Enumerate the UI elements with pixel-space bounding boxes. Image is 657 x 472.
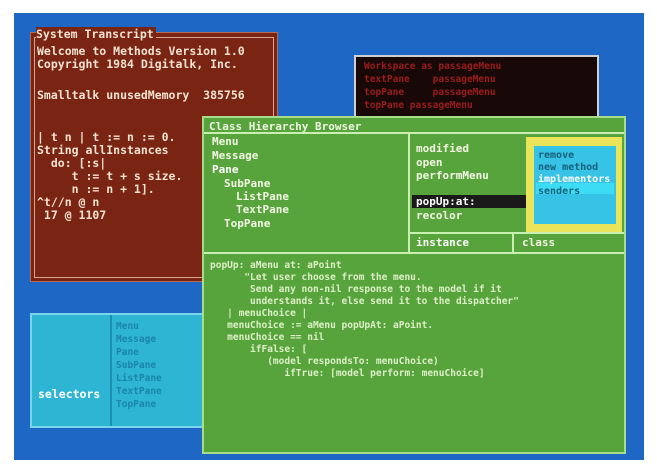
pane-border <box>408 232 624 234</box>
code-line[interactable]: understands it, else send it to the disp… <box>210 296 519 308</box>
code-line[interactable]: Send any non-nil response to the model i… <box>210 284 502 296</box>
class-item[interactable]: TextPane <box>236 203 289 217</box>
menu-item-implementors[interactable]: implementors <box>538 174 610 186</box>
transcript-title: System Transcript <box>36 27 156 41</box>
method-item[interactable]: performMenu <box>416 169 489 183</box>
class-hierarchy-browser[interactable]: Class Hierarchy Browser Menu Message Pan… <box>202 116 626 454</box>
workspace-line: textPane passageMenu <box>364 74 496 85</box>
code-line[interactable]: (model respondsTo: menuChoice) <box>210 356 439 368</box>
list-item[interactable]: ListPane <box>116 373 162 385</box>
list-item[interactable]: SubPane <box>116 360 156 372</box>
class-item[interactable]: TopPane <box>224 217 270 231</box>
code-line[interactable]: ifFalse: [ <box>210 344 307 356</box>
code-line[interactable]: popUp: aMenu at: aPoint <box>210 260 342 272</box>
class-toggle[interactable]: class <box>522 236 555 250</box>
pane-border <box>408 132 410 252</box>
list-item[interactable]: Message <box>116 334 156 346</box>
transcript-line: 17 @ 1107 <box>37 208 107 222</box>
code-line[interactable]: | menuChoice | <box>210 308 307 320</box>
code-line[interactable]: "Let user choose from the menu. <box>210 272 421 284</box>
code-line[interactable]: menuChoice == nil <box>210 332 324 344</box>
list-item[interactable]: TextPane <box>116 386 162 398</box>
list-item[interactable]: Menu <box>116 321 139 333</box>
method-item[interactable]: modified <box>416 142 469 156</box>
class-item[interactable]: Message <box>212 149 258 163</box>
screen: System Transcript Welcome to Methods Ver… <box>14 13 644 460</box>
workspace-window[interactable]: Workspace as passageMenu textPane passag… <box>354 55 599 121</box>
pane-border <box>512 232 514 252</box>
class-item[interactable]: SubPane <box>224 177 270 191</box>
selectors-browser-window[interactable]: selectors Menu Message Pane SubPane List… <box>30 313 228 428</box>
instance-toggle[interactable]: instance <box>416 236 469 250</box>
code-line[interactable]: ifTrue: [model perform: menuChoice] <box>210 368 484 380</box>
pane-border <box>204 252 624 254</box>
transcript-line: Smalltalk unusedMemory 385756 <box>37 88 245 102</box>
transcript-line: Copyright 1984 Digitalk, Inc. <box>37 57 238 71</box>
class-item-selected[interactable]: Pane <box>212 163 239 177</box>
menu-item-new-method[interactable]: new method <box>538 162 598 174</box>
workspace-line: topPane passageMenu <box>364 87 496 98</box>
class-item[interactable]: ListPane <box>236 190 289 204</box>
method-item[interactable]: recolor <box>416 209 462 223</box>
pane-border <box>204 132 624 134</box>
pane-divider <box>110 315 112 426</box>
workspace-line: topPane passageMenu <box>364 100 473 111</box>
class-item[interactable]: Menu <box>212 135 239 149</box>
method-item[interactable]: open <box>416 156 443 170</box>
workspace-line: Workspace as passageMenu <box>364 61 502 72</box>
method-item-selected[interactable]: popUp:at: <box>416 195 476 209</box>
menu-item-remove[interactable]: remove <box>538 150 574 162</box>
code-line[interactable]: menuChoice := aMenu popUpAt: aPoint. <box>210 320 433 332</box>
selectors-label[interactable]: selectors <box>38 387 100 401</box>
menu-item-senders[interactable]: senders <box>538 186 580 198</box>
list-item[interactable]: Pane <box>116 347 139 359</box>
list-item[interactable]: TopPane <box>116 399 156 411</box>
